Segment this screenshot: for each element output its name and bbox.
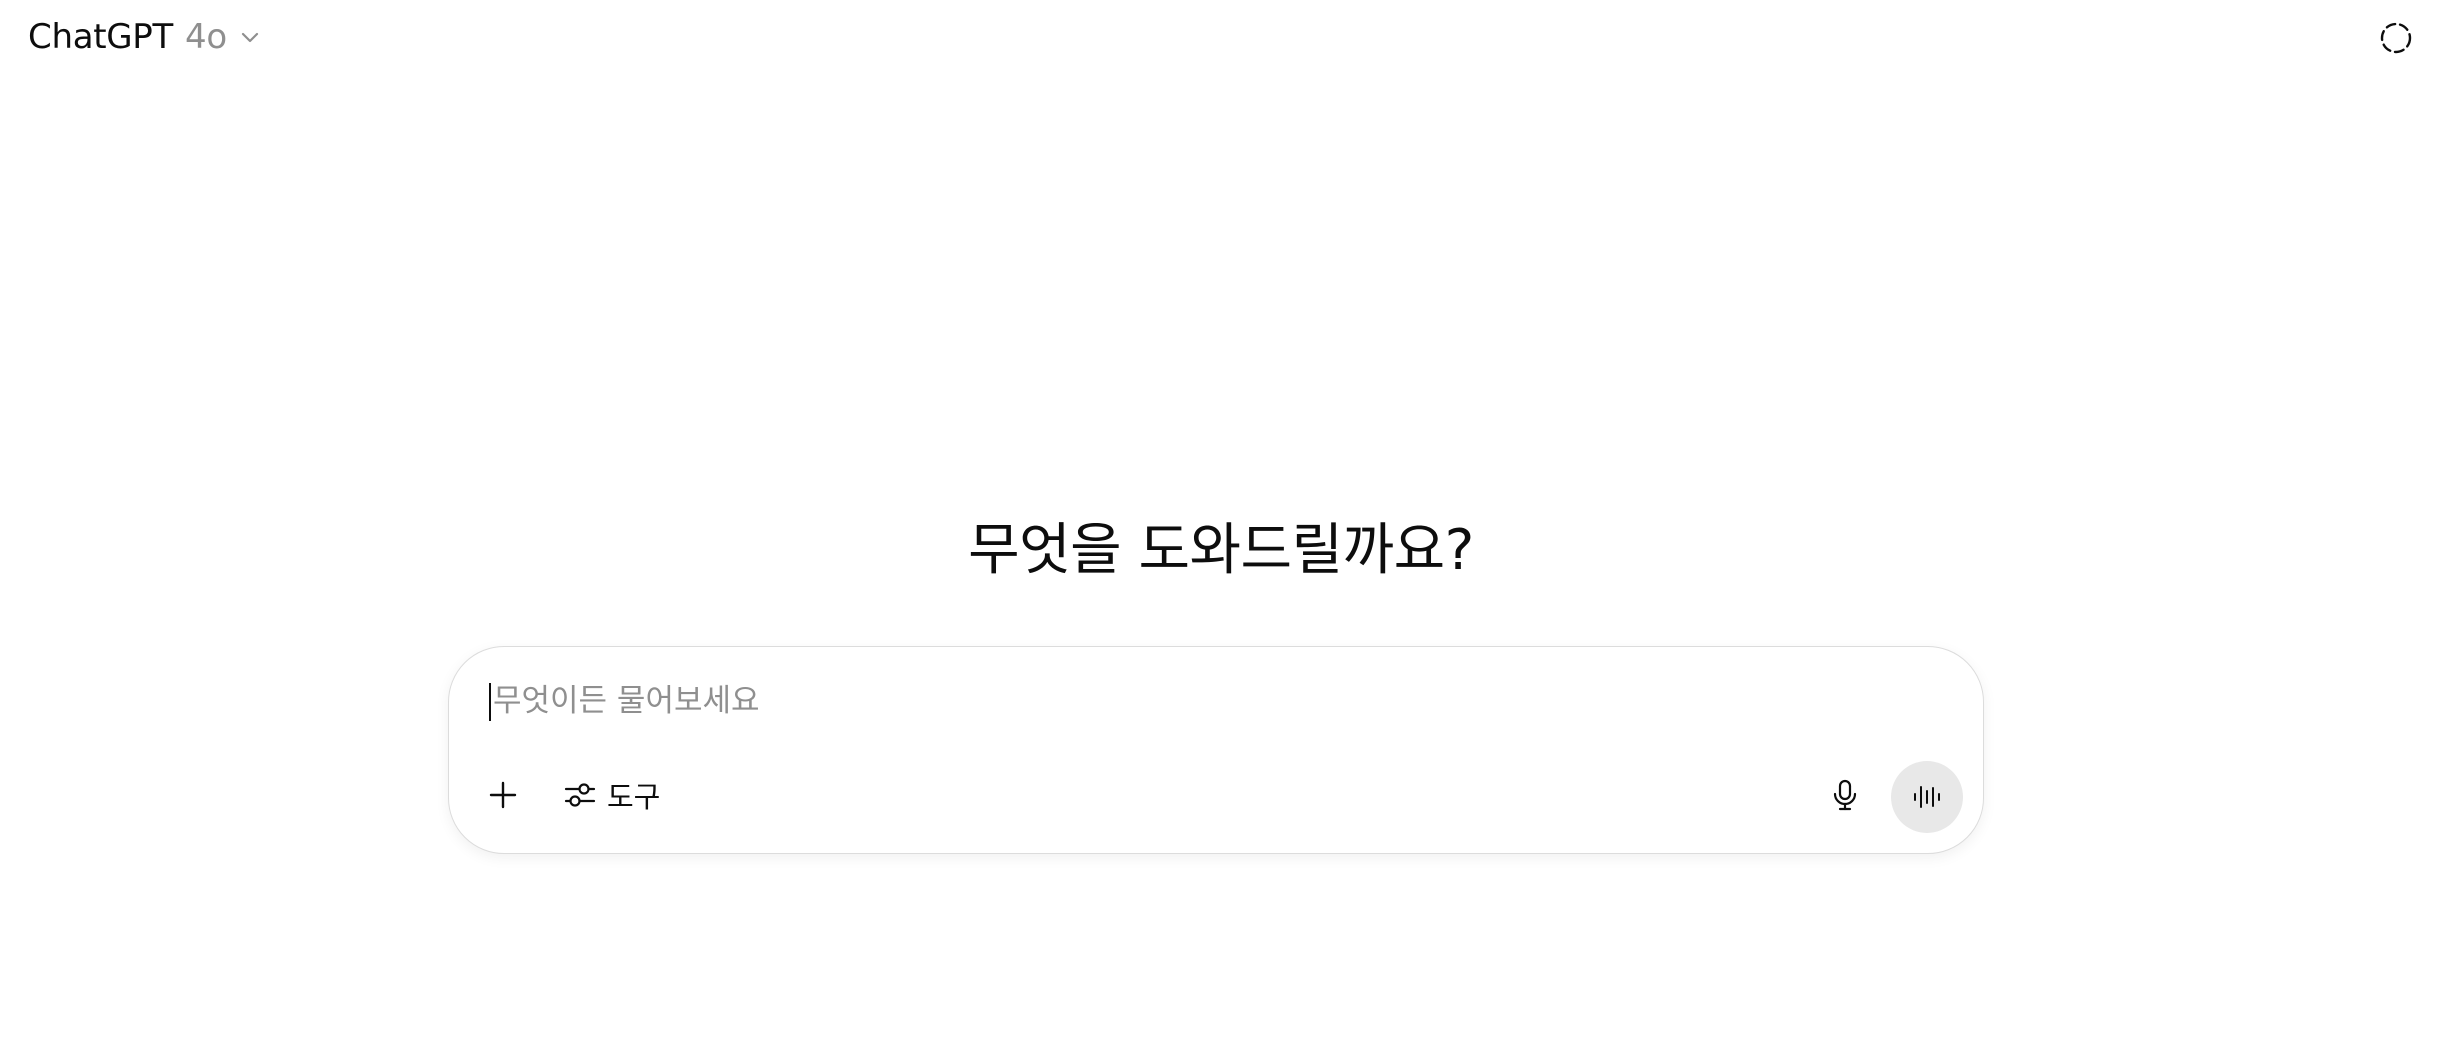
sliders-icon: [563, 778, 597, 812]
voice-waveform-icon: [1911, 781, 1943, 813]
tools-label: 도구: [607, 780, 661, 814]
voice-mode-button[interactable]: [1891, 761, 1963, 833]
dashed-circle-icon: [2378, 20, 2414, 56]
page-title: 무엇을 도와드릴까요?: [968, 518, 1474, 583]
chevron-down-icon: [239, 26, 261, 48]
prompt-composer: 도구: [448, 646, 1984, 854]
plus-icon: [487, 779, 519, 811]
temporary-chat-button[interactable]: [2372, 14, 2420, 62]
dictate-button[interactable]: [1819, 769, 1871, 821]
model-name: ChatGPT: [28, 17, 173, 57]
attach-button[interactable]: [477, 769, 529, 821]
model-switcher[interactable]: ChatGPT 4o: [20, 12, 269, 62]
model-version: 4o: [184, 17, 227, 57]
chat-page: ChatGPT 4o 무엇을 도와드릴까요? 무엇이든 물어보세요 도구: [0, 0, 2442, 1040]
text-caret: [489, 683, 491, 721]
prompt-input[interactable]: [489, 679, 1933, 723]
tools-button[interactable]: 도구: [555, 769, 668, 821]
microphone-icon: [1828, 778, 1862, 812]
